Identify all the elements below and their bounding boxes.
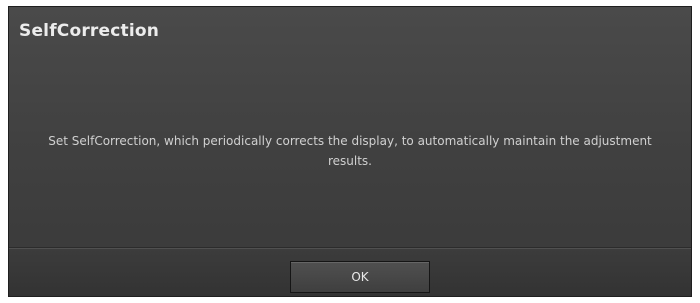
dialog-message: Set SelfCorrection, which periodically c… xyxy=(48,134,652,168)
dialog-title: SelfCorrection xyxy=(19,21,160,41)
selfcorrection-dialog: SelfCorrection Set SelfCorrection, which… xyxy=(8,6,692,297)
ok-button[interactable]: OK xyxy=(290,261,430,293)
dialog-footer: OK xyxy=(9,247,691,296)
